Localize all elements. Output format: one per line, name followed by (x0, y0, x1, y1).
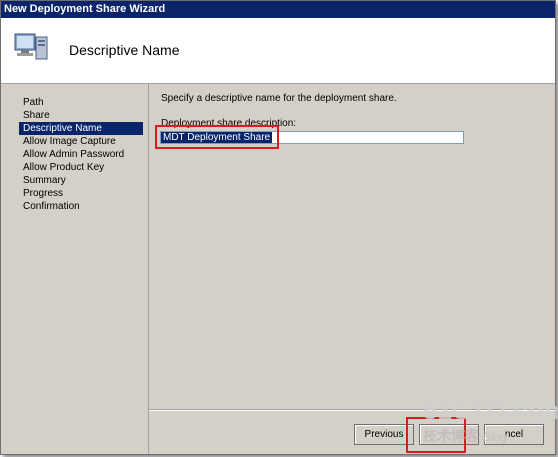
step-path: Path (23, 97, 44, 108)
step-descriptive-name: Descriptive Name (19, 122, 143, 135)
wizard-steps-sidebar: Path Share Descriptive Name Allow Image … (1, 84, 149, 454)
step-allow-image-capture: Allow Image Capture (23, 136, 116, 147)
wizard-window: New Deployment Share Wizard Descriptive … (0, 0, 556, 455)
description-field-label: Deployment share description: (161, 118, 297, 129)
step-allow-admin-password: Allow Admin Password (23, 149, 125, 160)
window-title: New Deployment Share Wizard (1, 1, 555, 18)
previous-button[interactable]: Previous (354, 424, 414, 445)
computer-monitor-icon (14, 33, 48, 60)
watermark-cn: 技术博客 (423, 428, 479, 444)
wizard-content: Specify a descriptive name for the deplo… (149, 84, 555, 409)
step-confirmation: Confirmation (23, 201, 80, 212)
deployment-share-description-input[interactable]: MDT Deployment Share (160, 131, 464, 144)
instruction-text: Specify a descriptive name for the deplo… (161, 93, 397, 104)
step-progress: Progress (23, 188, 64, 199)
selected-text: MDT Deployment Share (161, 132, 273, 143)
page-title: Descriptive Name (69, 42, 180, 58)
step-allow-product-key: Allow Product Key (23, 162, 105, 173)
wizard-header: Descriptive Name (1, 18, 555, 84)
watermark-logo: 51CTO.com (423, 395, 558, 425)
watermark-subtitle: 技术博客 Blog (423, 426, 507, 446)
step-share: Share (23, 110, 50, 121)
step-summary: Summary (23, 175, 66, 186)
watermark-blog: Blog (482, 430, 507, 444)
